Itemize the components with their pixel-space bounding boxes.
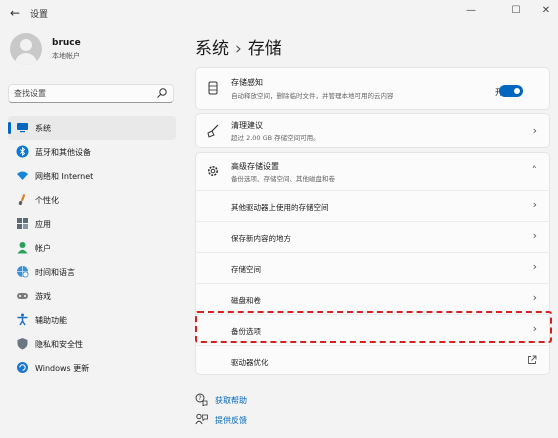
breadcrumb-separator: ›	[235, 39, 242, 59]
sidebar-item-time-language[interactable]: 时间和语言	[8, 260, 176, 284]
help-icon: ?	[195, 393, 208, 406]
search-input[interactable]	[14, 87, 154, 100]
svg-text:?: ?	[198, 395, 201, 402]
gamepad-icon	[17, 293, 28, 299]
account-icon	[17, 242, 28, 254]
storage-sense-toggle[interactable]	[499, 85, 523, 97]
sidebar-item-label: 网络和 Internet	[35, 172, 94, 181]
sidebar-item-label: 蓝牙和其他设备	[35, 148, 91, 157]
row-label: 驱动器优化	[231, 358, 269, 367]
minimize-button[interactable]: —	[460, 3, 482, 19]
sidebar-item-bluetooth[interactable]: 蓝牙和其他设备	[8, 140, 176, 164]
row-label: 磁盘和卷	[231, 296, 261, 305]
advanced-storage-title: 高级存储设置	[231, 162, 279, 171]
maximize-button[interactable]: ☐	[505, 3, 527, 19]
sidebar-item-apps[interactable]: 应用	[8, 212, 176, 236]
give-feedback-link[interactable]: 提供反馈	[195, 412, 275, 428]
breadcrumb: 系统 › 存储	[195, 34, 282, 59]
sidebar-item-gaming[interactable]: 游戏	[8, 284, 176, 308]
get-help-link[interactable]: ? 获取帮助	[195, 392, 275, 408]
chevron-right-icon: ›	[532, 260, 537, 273]
sidebar-item-network[interactable]: 网络和 Internet	[8, 164, 176, 188]
feedback-icon	[195, 413, 208, 425]
disks-volumes-row[interactable]: 磁盘和卷 ›	[196, 283, 549, 314]
sidebar-item-windows-update[interactable]: Windows 更新	[8, 356, 176, 380]
sidebar-item-label: 帐户	[35, 244, 51, 253]
chevron-right-icon: ›	[532, 229, 537, 242]
sidebar-item-label: 辅助功能	[35, 316, 67, 325]
row-label: 保存新内容的地方	[231, 234, 291, 243]
apps-icon	[17, 218, 28, 229]
brush-icon	[18, 193, 26, 206]
title-bar: ← 设置 — ☐ ✕	[0, 0, 558, 26]
external-link-icon	[528, 355, 537, 364]
sidebar-item-label: 隐私和安全性	[35, 340, 83, 349]
chevron-up-icon[interactable]: ˄	[532, 164, 538, 177]
sidebar-item-label: 系统	[35, 124, 51, 133]
sidebar-item-label: 时间和语言	[35, 268, 75, 277]
sidebar-item-system[interactable]: 系统	[8, 116, 176, 140]
gear-icon	[208, 166, 218, 176]
get-help-label: 获取帮助	[215, 396, 247, 405]
advanced-storage-card: 高级存储设置 备份选项、存储空间、其他磁盘和卷 ˄ 其他驱动器上使用的存储空间 …	[195, 152, 550, 375]
sidebar-item-label: 游戏	[35, 292, 51, 301]
sidebar-item-accessibility[interactable]: 辅助功能	[8, 308, 176, 332]
advanced-storage-subtitle: 备份选项、存储空间、其他磁盘和卷	[231, 175, 335, 183]
page-title: 存储	[247, 39, 282, 59]
shield-icon	[17, 338, 28, 350]
row-label: 其他驱动器上使用的存储空间	[231, 203, 329, 212]
active-indicator	[8, 122, 11, 134]
profile-account-type: 本地帐户	[52, 52, 80, 60]
advanced-storage-header[interactable]: 高级存储设置 备份选项、存储空间、其他磁盘和卷 ˄	[196, 153, 549, 189]
chevron-right-icon: ›	[532, 322, 537, 335]
back-button[interactable]: ←	[8, 6, 22, 20]
storage-sense-title: 存储感知	[231, 78, 263, 87]
cleanup-recommendations-card[interactable]: 清理建议 超过 2.00 GB 存储空间可用。 ›	[195, 113, 550, 148]
broom-icon	[207, 124, 219, 138]
row-label: 备份选项	[231, 327, 261, 336]
storage-sense-subtitle: 自动释放空间，删除临时文件，并管理本地可用的云内容	[231, 92, 394, 100]
toggle-knob	[514, 88, 520, 94]
bluetooth-icon	[16, 145, 29, 158]
chevron-right-icon: ›	[532, 124, 537, 137]
storage-spaces-row[interactable]: 存储空间 ›	[196, 252, 549, 283]
sidebar-item-personalization[interactable]: 个性化	[8, 188, 176, 212]
sidebar-item-label: 应用	[35, 220, 51, 229]
storage-drive-icon	[208, 81, 218, 95]
close-button[interactable]: ✕	[535, 3, 557, 19]
system-icon	[17, 123, 28, 133]
backup-options-row[interactable]: 备份选项 ›	[196, 314, 549, 345]
row-label: 存储空间	[231, 265, 261, 274]
sidebar-item-accounts[interactable]: 帐户	[8, 236, 176, 260]
windows-update-icon	[17, 362, 28, 373]
chevron-right-icon: ›	[532, 198, 537, 211]
breadcrumb-parent[interactable]: 系统	[195, 39, 229, 59]
sidebar-item-label: 个性化	[35, 196, 59, 205]
give-feedback-label: 提供反馈	[215, 416, 247, 425]
save-new-content-row[interactable]: 保存新内容的地方 ›	[196, 221, 549, 252]
accessibility-icon	[17, 313, 28, 326]
cleanup-title: 清理建议	[231, 121, 263, 130]
drive-optimization-row[interactable]: 驱动器优化	[196, 345, 549, 375]
search-box[interactable]	[8, 84, 174, 103]
window-title: 设置	[30, 10, 49, 20]
cleanup-subtitle: 超过 2.00 GB 存储空间可用。	[231, 134, 320, 142]
storage-used-other-drives-row[interactable]: 其他驱动器上使用的存储空间 ›	[196, 190, 549, 221]
sidebar-nav: 系统 蓝牙和其他设备 网络和 Internet 个性化 应用 帐户 时间和语言 …	[8, 116, 176, 380]
globe-clock-icon	[17, 266, 29, 278]
sidebar-item-label: Windows 更新	[35, 364, 90, 373]
avatar[interactable]	[10, 33, 42, 65]
wifi-icon	[17, 171, 28, 180]
search-icon[interactable]	[156, 87, 168, 99]
chevron-right-icon: ›	[532, 291, 537, 304]
storage-sense-card[interactable]: 存储感知 自动释放空间，删除临时文件，并管理本地可用的云内容 开	[195, 67, 550, 110]
profile-name: bruce	[52, 38, 81, 48]
sidebar-item-privacy[interactable]: 隐私和安全性	[8, 332, 176, 356]
